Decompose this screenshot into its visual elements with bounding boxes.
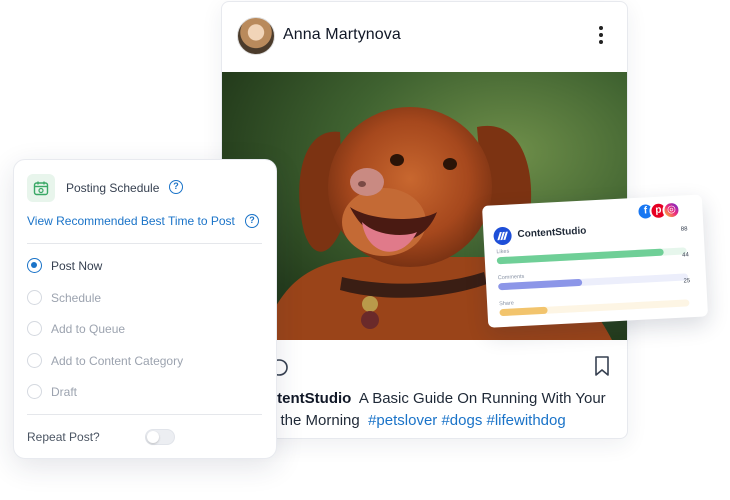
stat-value: 44 [682,252,690,259]
recommended-time-link[interactable]: View Recommended Best Time to Post [27,214,235,228]
stat-label: Likes [496,248,510,256]
contentstudio-logo-icon [493,226,513,246]
stat-bar-fill [496,248,664,265]
stat-bar-track [499,299,690,317]
author-avatar [237,17,275,55]
analytics-brand-name: ContentStudio [517,225,587,241]
schedule-option-post-now[interactable]: Post Now [27,257,262,275]
panel-title: Posting Schedule [66,181,160,195]
radio-button[interactable] [27,384,42,399]
option-label: Add to Content Category [51,353,184,368]
repeat-post-toggle[interactable] [145,429,175,445]
radio-button[interactable] [27,258,42,273]
bookmark-icon[interactable] [593,355,611,377]
caption-brand: ntentStudio [268,390,352,407]
stat-value: 25 [683,278,691,285]
author-name: Anna Martynova [283,26,401,43]
help-icon[interactable]: ? [245,214,259,228]
option-label: Draft [51,385,78,399]
repeat-post-label: Repeat Post? [27,430,100,444]
post-caption: ntentStudio A Basic Guide On Running Wit… [268,388,627,432]
stat-bar-track [498,273,689,291]
caption-text-line1: A Basic Guide On Running With Your [358,390,606,407]
schedule-option-draft[interactable]: Draft [27,383,262,401]
more-options-icon[interactable] [595,24,607,46]
stat-label: Comments [497,273,525,282]
post-header: Anna Martynova [222,2,627,72]
schedule-option-add-to-queue[interactable]: Add to Queue [27,320,262,338]
option-label: Add to Queue [51,322,126,336]
instagram-icon: ◎ [662,200,681,220]
option-label: Schedule [51,290,102,305]
caption-hashtags[interactable]: #petslover #dogs #lifewithdog [368,412,566,429]
radio-button[interactable] [27,289,42,305]
help-icon[interactable]: ? [169,180,183,194]
divider [27,243,262,244]
option-label: Post Now [51,259,103,273]
analytics-card: ContentStudio f p ◎ Likes 88 Comments 44 Sha… [482,194,709,328]
stat-bar-track [496,247,687,265]
caption-text-line2: n the Morning [268,412,360,429]
stat-label: Share [499,300,514,308]
schedule-option-schedule[interactable]: Schedule [27,289,262,307]
schedule-option-add-to-content-category[interactable]: Add to Content Category [27,352,262,370]
radio-button[interactable] [27,352,42,368]
calendar-icon [27,174,55,202]
stat-bar-fill [499,306,548,317]
posting-schedule-panel: Posting Schedule ? View Recommended Best… [13,159,277,459]
stat-value: 88 [680,226,688,233]
radio-button[interactable] [27,321,42,336]
divider [27,414,262,415]
